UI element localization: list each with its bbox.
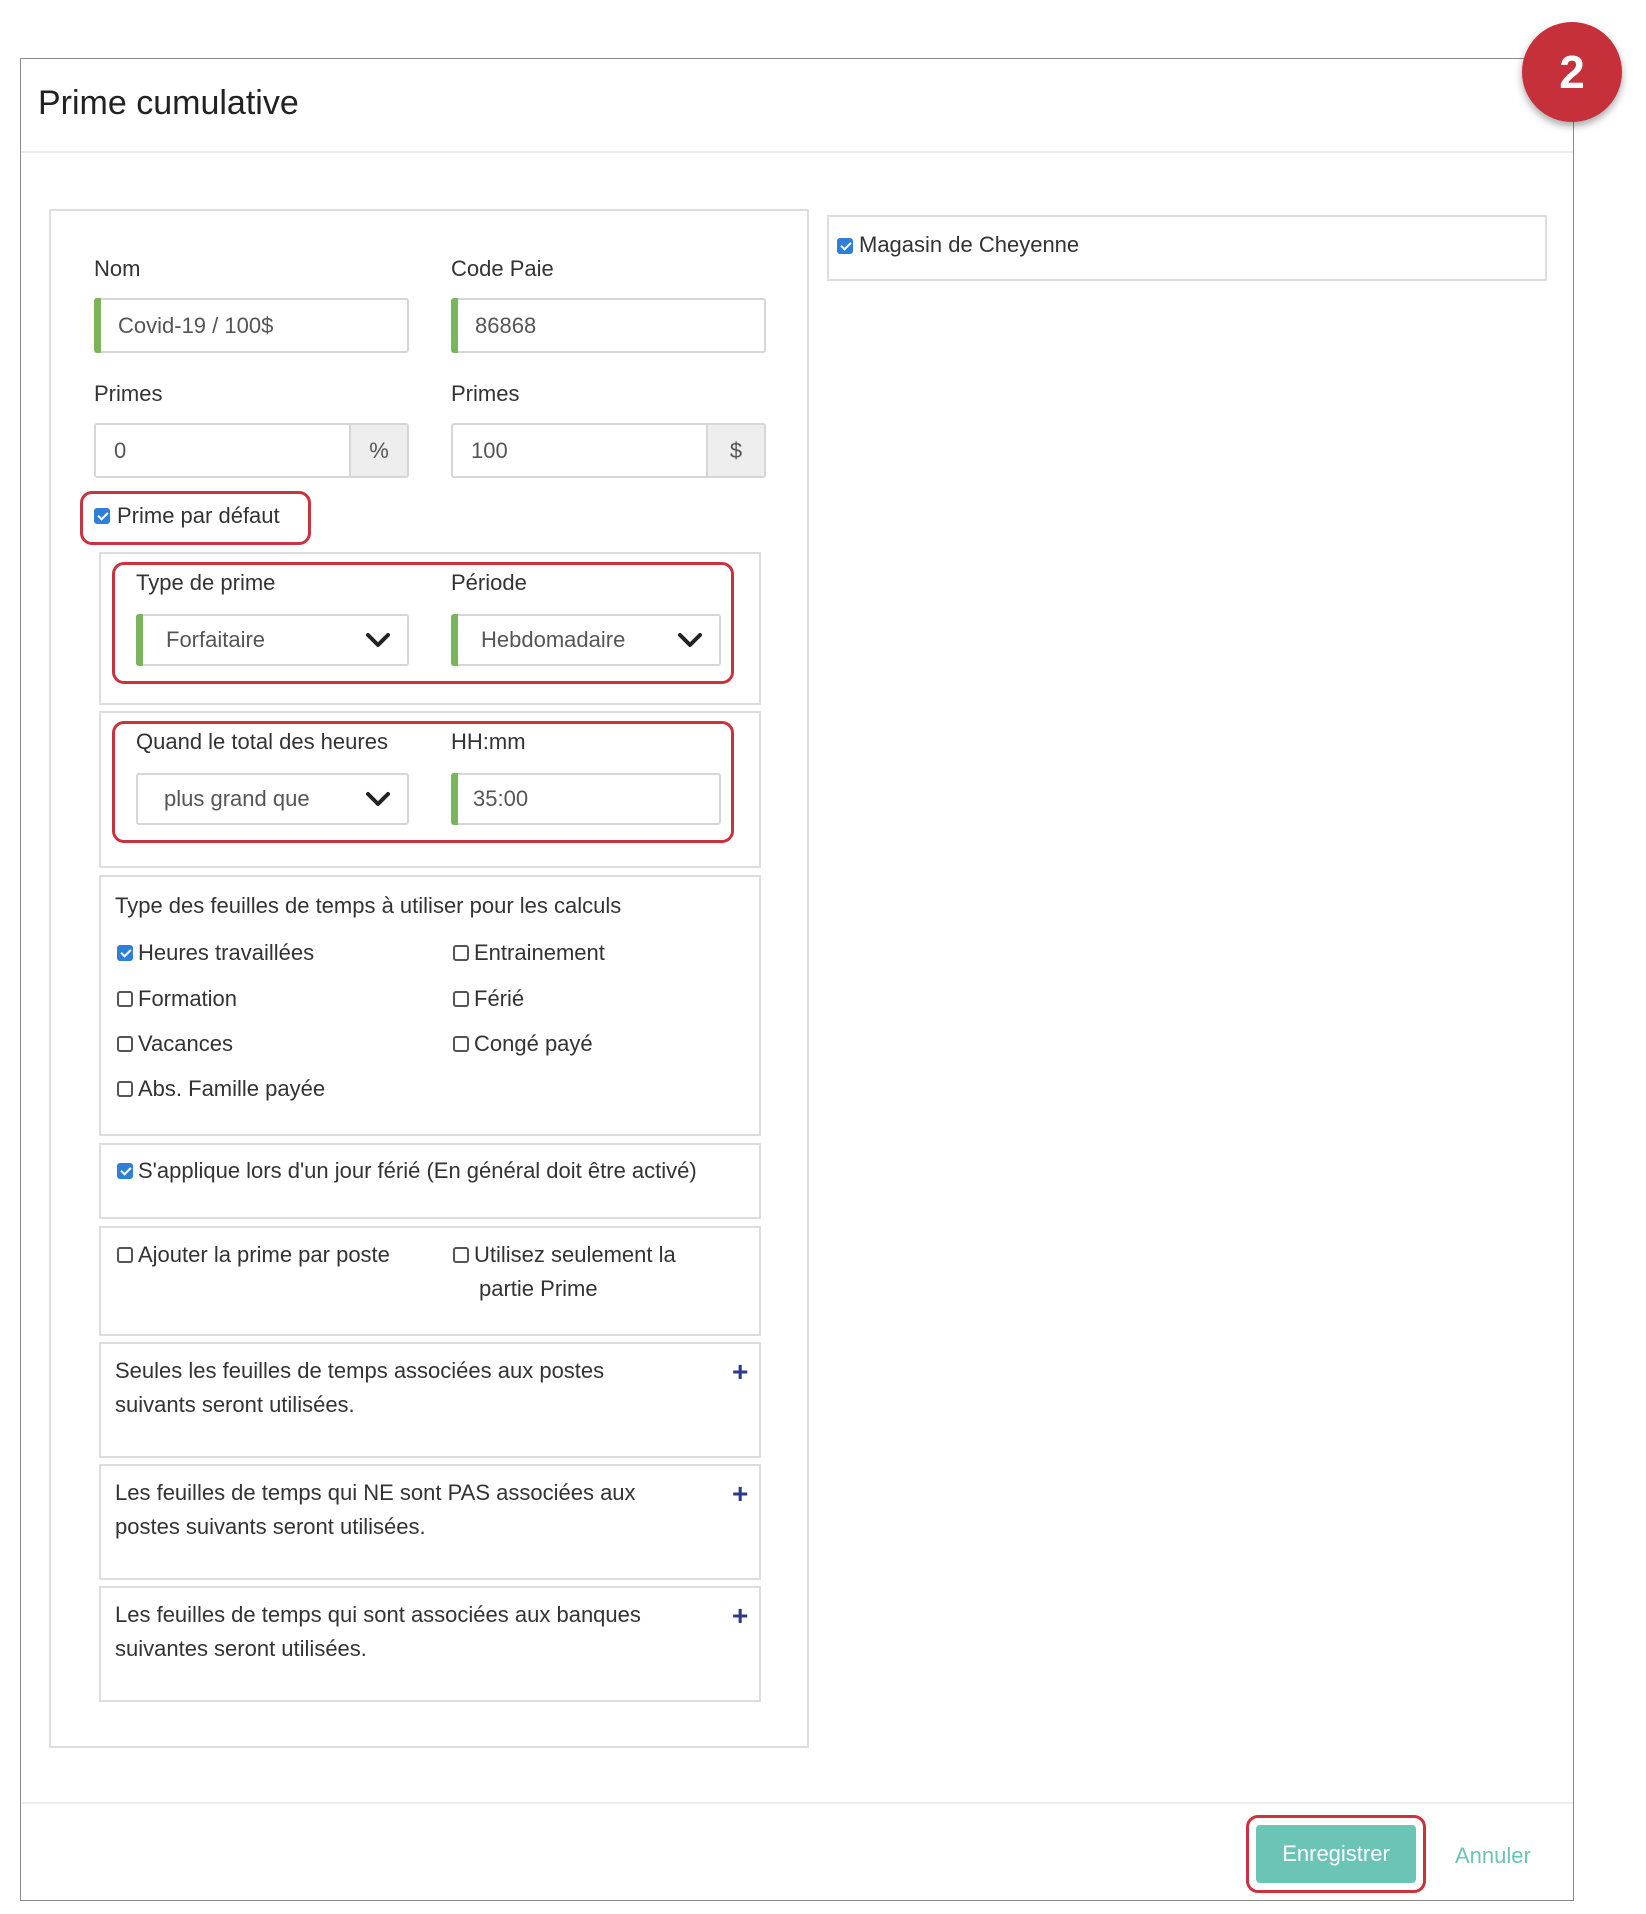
required-indicator	[451, 298, 458, 353]
modal-title: Prime cumulative	[38, 84, 299, 122]
code-paie-value: 86868	[475, 312, 537, 338]
entrainement-checkbox[interactable]	[453, 945, 469, 961]
required-indicator	[451, 614, 458, 666]
type-prime-select[interactable]: Forfaitaire	[136, 614, 409, 666]
holiday-label: S'applique lors d'un jour férié (En géné…	[138, 1158, 697, 1183]
type-prime-label: Type de prime	[136, 570, 276, 595]
periode-select[interactable]: Hebdomadaire	[451, 614, 721, 666]
banques-text-line2: suivantes seront utilisées.	[115, 1636, 367, 1661]
heures-travaillees-label: Heures travaillées	[138, 940, 315, 965]
chevron-down-icon	[678, 633, 702, 647]
hhmm-value: 35:00	[473, 786, 529, 811]
par-poste-checkbox[interactable]	[117, 1247, 133, 1263]
cancel-button[interactable]: Annuler	[1455, 1843, 1531, 1869]
seulement-prime-checkbox[interactable]	[453, 1247, 469, 1263]
timesheet-types-title: Type des feuilles de temps à utiliser po…	[115, 893, 622, 918]
prime-defaut-label: Prime par défaut	[117, 503, 280, 528]
abs-famille-label: Abs. Famille payée	[138, 1076, 326, 1101]
postes-inclus-text-line2: suivants seront utilisées.	[115, 1392, 355, 1417]
required-indicator	[136, 614, 143, 666]
required-indicator	[94, 298, 101, 353]
primes-percent-label: Primes	[94, 381, 163, 406]
postes-exclus-text-line1: Les feuilles de temps qui NE sont PAS as…	[115, 1480, 636, 1505]
quand-select[interactable]: plus grand que	[136, 773, 409, 825]
code-paie-label: Code Paie	[451, 256, 554, 281]
holiday-checkbox[interactable]	[117, 1163, 133, 1179]
postes-exclus-text-line2: postes suivants seront utilisées.	[115, 1514, 426, 1539]
formation-label: Formation	[138, 986, 238, 1011]
percent-addon: %	[349, 425, 407, 476]
store-checkbox[interactable]	[837, 238, 853, 254]
chevron-down-icon	[366, 633, 390, 647]
banques-text-line1: Les feuilles de temps qui sont associées…	[115, 1602, 641, 1627]
nom-value: Covid-19 / 100$	[118, 312, 274, 338]
hhmm-label: HH:mm	[451, 729, 526, 754]
primes-percent-input[interactable]: 0 %	[94, 423, 409, 478]
add-banque-icon[interactable]: +	[732, 1602, 748, 1630]
primes-amount-input[interactable]: 100 $	[451, 423, 766, 478]
add-poste-exclus-icon[interactable]: +	[732, 1480, 748, 1508]
abs-famille-checkbox[interactable]	[117, 1081, 133, 1097]
ferie-checkbox[interactable]	[453, 991, 469, 1007]
par-poste-label: Ajouter la prime par poste	[138, 1242, 390, 1267]
primes-amount-label: Primes	[451, 381, 520, 406]
formation-checkbox[interactable]	[117, 991, 133, 1007]
conge-paye-checkbox[interactable]	[453, 1036, 469, 1052]
nom-input[interactable]: Covid-19 / 100$	[94, 298, 409, 353]
dollar-addon: $	[706, 425, 764, 476]
nom-label: Nom	[94, 256, 141, 281]
header-divider	[21, 151, 1573, 153]
conge-paye-label: Congé payé	[474, 1031, 593, 1056]
seulement-prime-label-line1: Utilisez seulement la	[474, 1242, 676, 1267]
quand-label: Quand le total des heures	[136, 729, 388, 754]
periode-value: Hebdomadaire	[481, 627, 626, 652]
periode-label: Période	[451, 570, 527, 595]
step-badge: 2	[1522, 22, 1622, 122]
ferie-label: Férié	[474, 986, 525, 1011]
required-indicator	[451, 773, 458, 825]
add-poste-inclus-icon[interactable]: +	[732, 1358, 748, 1386]
vacances-checkbox[interactable]	[117, 1036, 133, 1052]
save-button[interactable]: Enregistrer	[1256, 1825, 1416, 1883]
primes-amount-value: 100	[471, 437, 508, 463]
code-paie-input[interactable]: 86868	[451, 298, 766, 353]
vacances-label: Vacances	[138, 1031, 233, 1056]
prime-defaut-checkbox[interactable]	[94, 508, 110, 524]
primes-percent-value: 0	[114, 437, 127, 463]
heures-travaillees-checkbox[interactable]	[117, 945, 133, 961]
type-prime-value: Forfaitaire	[166, 627, 266, 652]
quand-value: plus grand que	[164, 786, 310, 811]
store-label: Magasin de Cheyenne	[859, 232, 1080, 257]
footer-divider	[21, 1802, 1573, 1804]
hhmm-input[interactable]: 35:00	[451, 773, 721, 825]
postes-inclus-text-line1: Seules les feuilles de temps associées a…	[115, 1358, 605, 1383]
entrainement-label: Entrainement	[474, 940, 605, 965]
seulement-prime-label-line2: partie Prime	[479, 1276, 598, 1301]
chevron-down-icon	[366, 792, 390, 806]
